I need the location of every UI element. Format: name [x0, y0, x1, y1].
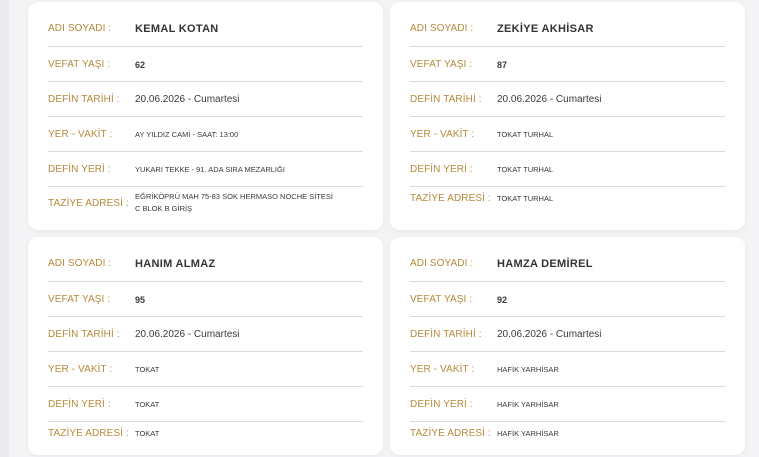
place-time-label: YER - VAKİT :	[410, 129, 475, 140]
burial-place-value: HAFİK YARHİSAR	[497, 400, 559, 409]
name-label: ADI SOYADI :	[48, 23, 112, 34]
age-value: 62	[135, 59, 146, 70]
date-value: 20.06.2026 - Cumartesi	[135, 329, 240, 340]
place-time-value: TOKAT	[135, 365, 160, 374]
place-time-label: YER - VAKİT :	[48, 364, 113, 375]
condolence-label: TAZİYE ADRESİ :	[410, 427, 491, 439]
name-row: ADI SOYADI : ZEKİYE AKHİSAR	[410, 10, 725, 47]
condolence-value: EĞRİKÖPRÜ MAH 75-83 SOK HERMASO NOCHE Sİ…	[135, 192, 333, 213]
name-value: KEMAL KOTAN	[135, 22, 219, 35]
name-row: ADI SOYADI : HANIM ALMAZ	[48, 245, 363, 282]
condolence-row: TAZİYE ADRESİ : EĞRİKÖPRÜ MAH 75-83 SOK …	[48, 187, 363, 219]
burial-place-label: DEFİN YERİ :	[410, 164, 473, 175]
age-label: VEFAT YAŞI :	[410, 294, 473, 305]
obituary-card: ADI SOYADI : KEMAL KOTAN VEFAT YAŞI : 62…	[28, 2, 383, 230]
condolence-label: TAZİYE ADRESİ :	[410, 192, 491, 204]
place-time-label: YER - VAKİT :	[48, 129, 113, 140]
name-value: HAMZA DEMİREL	[497, 257, 593, 270]
condolence-value: HAFİK YARHİSAR	[497, 428, 559, 438]
place-time-label: YER - VAKİT :	[410, 364, 475, 375]
place-time-row: YER - VAKİT : TOKAT TURHAL	[410, 117, 725, 152]
date-label: DEFİN TARİHİ :	[410, 94, 482, 105]
age-label: VEFAT YAŞI :	[410, 59, 473, 70]
age-row: VEFAT YAŞI : 87	[410, 47, 725, 82]
burial-place-value: TOKAT TURHAL	[497, 165, 554, 174]
age-value: 92	[497, 294, 508, 305]
date-label: DEFİN TARİHİ :	[48, 329, 120, 340]
date-value: 20.06.2026 - Cumartesi	[497, 329, 602, 340]
age-row: VEFAT YAŞI : 95	[48, 282, 363, 317]
obituary-grid: ADI SOYADI : KEMAL KOTAN VEFAT YAŞI : 62…	[28, 0, 759, 457]
left-edge-strip	[0, 0, 9, 457]
burial-place-value: YUKARI TEKKE - 91. ADA SIRA MEZARLIĞI	[135, 165, 285, 174]
date-row: DEFİN TARİHİ : 20.06.2026 - Cumartesi	[410, 317, 725, 352]
place-time-row: YER - VAKİT : HAFİK YARHİSAR	[410, 352, 725, 387]
burial-place-row: DEFİN YERİ : YUKARI TEKKE - 91. ADA SIRA…	[48, 152, 363, 187]
place-time-value: AY YILDIZ CAMİ - SAAT: 13:00	[135, 130, 239, 139]
obituary-card: ADI SOYADI : HAMZA DEMİREL VEFAT YAŞI : …	[390, 237, 745, 455]
name-label: ADI SOYADI :	[410, 23, 474, 34]
age-row: VEFAT YAŞI : 62	[48, 47, 363, 82]
obituary-card: ADI SOYADI : HANIM ALMAZ VEFAT YAŞI : 95…	[28, 237, 383, 455]
burial-place-label: DEFİN YERİ :	[410, 399, 473, 410]
condolence-label: TAZİYE ADRESİ :	[48, 197, 129, 209]
condolence-row: TAZİYE ADRESİ : HAFİK YARHİSAR	[410, 422, 725, 444]
condolence-value: TOKAT	[135, 428, 160, 438]
obituary-card: ADI SOYADI : ZEKİYE AKHİSAR VEFAT YAŞI :…	[390, 2, 745, 230]
name-label: ADI SOYADI :	[410, 258, 474, 269]
burial-place-label: DEFİN YERİ :	[48, 164, 111, 175]
burial-place-value: TOKAT	[135, 400, 160, 409]
burial-place-label: DEFİN YERİ :	[48, 399, 111, 410]
age-label: VEFAT YAŞI :	[48, 294, 111, 305]
condolence-value: TOKAT TURHAL	[497, 193, 554, 203]
date-row: DEFİN TARİHİ : 20.06.2026 - Cumartesi	[410, 82, 725, 117]
condolence-row: TAZİYE ADRESİ : TOKAT	[48, 422, 363, 444]
name-value: HANIM ALMAZ	[135, 257, 216, 270]
date-label: DEFİN TARİHİ :	[410, 329, 482, 340]
burial-place-row: DEFİN YERİ : HAFİK YARHİSAR	[410, 387, 725, 422]
date-value: 20.06.2026 - Cumartesi	[497, 94, 602, 105]
burial-place-row: DEFİN YERİ : TOKAT	[48, 387, 363, 422]
place-time-value: TOKAT TURHAL	[497, 130, 554, 139]
place-time-row: YER - VAKİT : AY YILDIZ CAMİ - SAAT: 13:…	[48, 117, 363, 152]
date-row: DEFİN TARİHİ : 20.06.2026 - Cumartesi	[48, 317, 363, 352]
condolence-row: TAZİYE ADRESİ : TOKAT TURHAL	[410, 187, 725, 209]
burial-place-row: DEFİN YERİ : TOKAT TURHAL	[410, 152, 725, 187]
name-value: ZEKİYE AKHİSAR	[497, 22, 594, 35]
date-value: 20.06.2026 - Cumartesi	[135, 94, 240, 105]
date-row: DEFİN TARİHİ : 20.06.2026 - Cumartesi	[48, 82, 363, 117]
place-time-value: HAFİK YARHİSAR	[497, 365, 559, 374]
date-label: DEFİN TARİHİ :	[48, 94, 120, 105]
name-label: ADI SOYADI :	[48, 258, 112, 269]
name-row: ADI SOYADI : KEMAL KOTAN	[48, 10, 363, 47]
condolence-label: TAZİYE ADRESİ :	[48, 427, 129, 439]
age-label: VEFAT YAŞI :	[48, 59, 111, 70]
age-value: 95	[135, 294, 146, 305]
age-row: VEFAT YAŞI : 92	[410, 282, 725, 317]
age-value: 87	[497, 59, 508, 70]
name-row: ADI SOYADI : HAMZA DEMİREL	[410, 245, 725, 282]
place-time-row: YER - VAKİT : TOKAT	[48, 352, 363, 387]
